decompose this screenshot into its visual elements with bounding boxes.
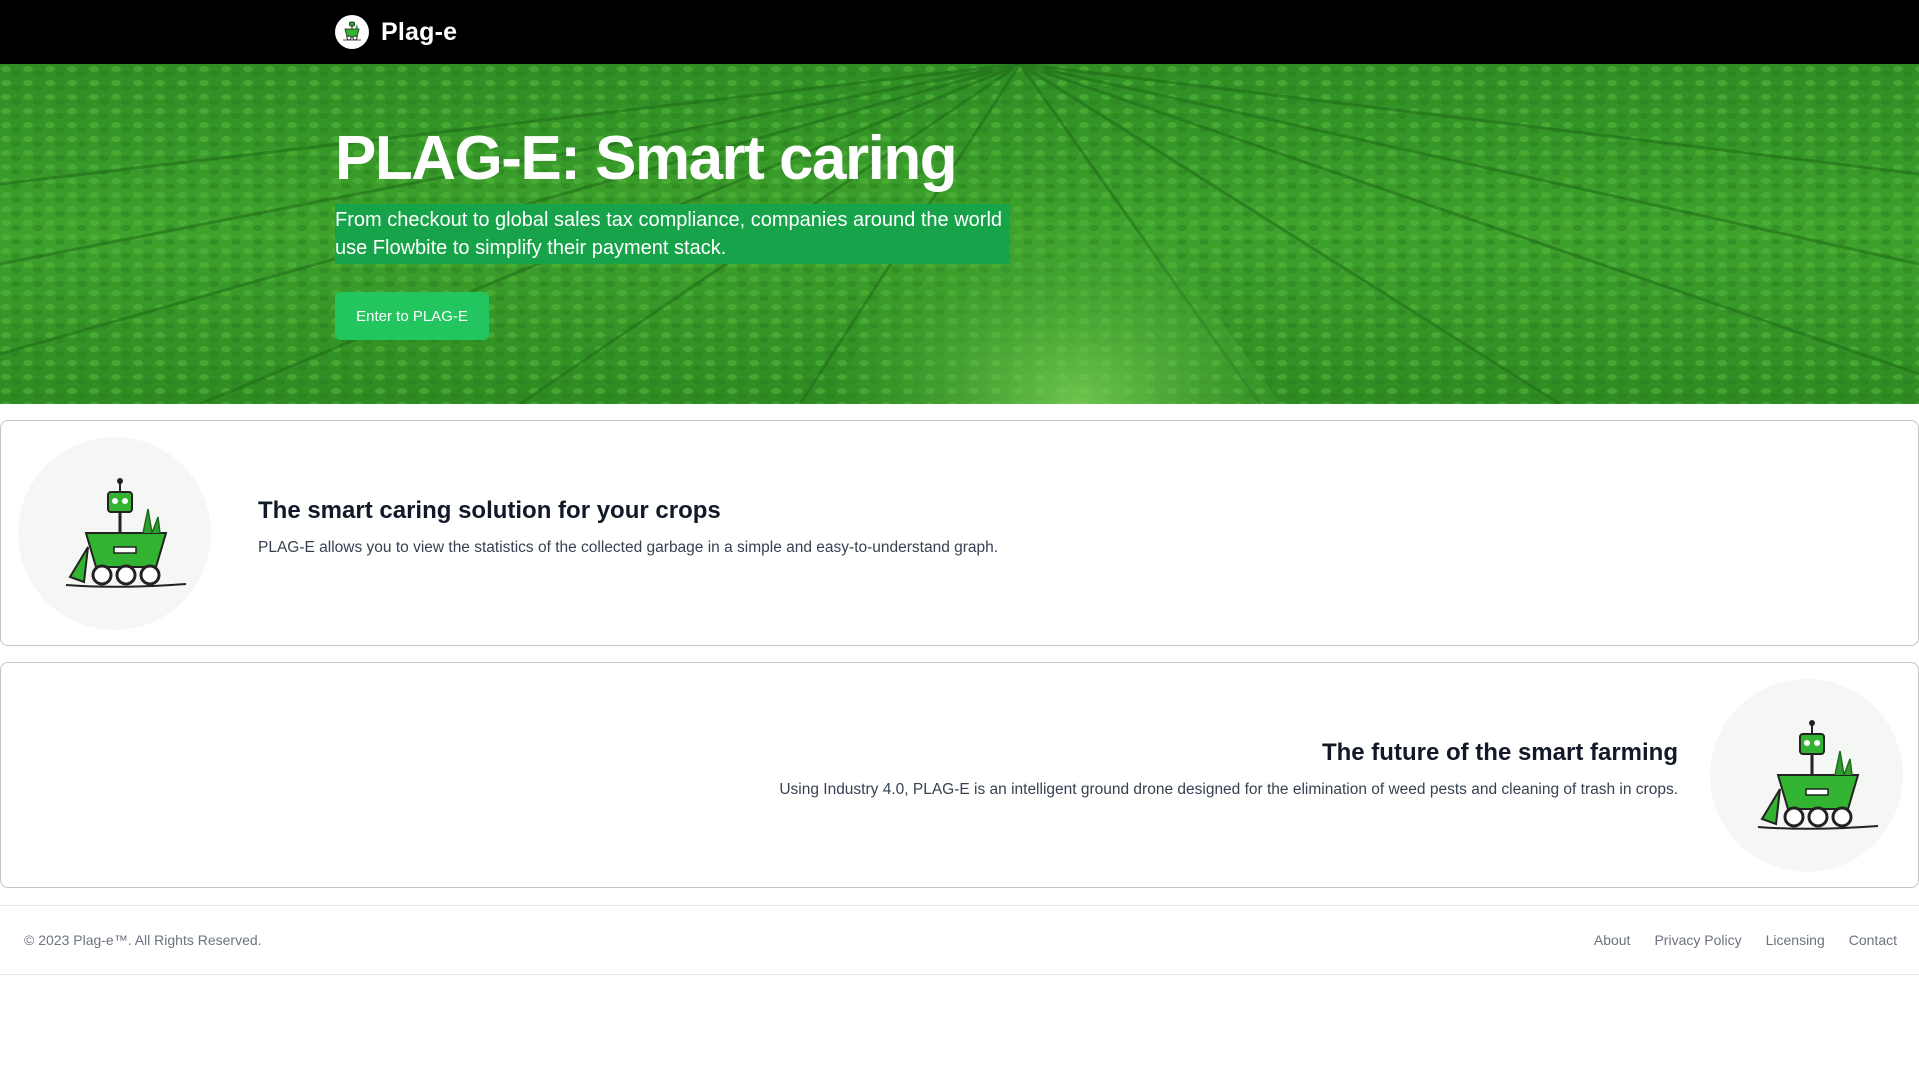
brand-link[interactable]: Plag-e [335,15,457,49]
robot-cart-icon [335,15,369,49]
feature-title: The smart caring solution for your crops [258,497,721,524]
hero-section: PLAG-E: Smart caring From checkout to gl… [0,64,1919,404]
footer-link-contact[interactable]: Contact [1849,932,1897,948]
footer-link-privacy-policy[interactable]: Privacy Policy [1654,932,1741,948]
robot-cart-icon [1710,679,1903,872]
feature-description: PLAG-E allows you to view the statistics… [258,539,999,556]
footer-link-licensing[interactable]: Licensing [1766,932,1825,948]
hero-subtitle: From checkout to global sales tax compli… [335,204,1009,264]
site-footer: © 2023 Plag-e™. All Rights Reserved. Abo… [0,905,1919,975]
feature-card-smart-farming: The future of the smart farming Using In… [0,662,1919,888]
robot-cart-icon [18,437,211,630]
feature-card-smart-caring: The smart caring solution for your crops… [0,420,1919,646]
enter-plag-e-button[interactable]: Enter to PLAG-E [335,292,489,340]
copyright-text: © 2023 Plag-e™. All Rights Reserved. [24,932,262,948]
hero-title: PLAG-E: Smart caring [335,124,958,193]
feature-description: Using Industry 4.0, PLAG-E is an intelli… [779,781,1678,798]
feature-title: The future of the smart farming [1321,739,1678,766]
top-navbar: Plag-e [0,0,1919,64]
footer-links: About Privacy Policy Licensing Contact [1570,932,1897,948]
brand-name: Plag-e [381,17,458,46]
footer-link-about[interactable]: About [1594,932,1631,948]
